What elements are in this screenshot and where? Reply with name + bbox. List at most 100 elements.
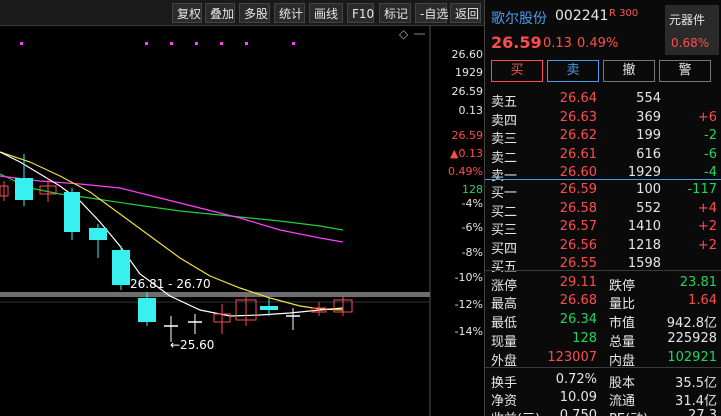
restore-rights-button[interactable]: 复权: [172, 3, 202, 23]
stat-label: 量比: [609, 297, 636, 312]
stat-row: 外盘 123007 内盘 102921: [485, 349, 721, 369]
chart-toolbar: 复权 叠加 多股 统计 画线 F10 标记 -自选 返回: [0, 0, 484, 26]
bid-row[interactable]: 买四 26.56 1218 +2: [485, 237, 721, 257]
level-price: 26.59: [559, 182, 597, 197]
price-band-line: [0, 292, 430, 297]
level-volume: 1598: [627, 256, 661, 271]
alert-button[interactable]: 警: [659, 60, 711, 82]
current-price: 26.59: [491, 33, 542, 52]
axis-label: 0.13: [459, 104, 484, 117]
level-label: 卖二: [491, 150, 518, 166]
candle-body: [138, 298, 156, 322]
axis-label: 0.49%: [448, 165, 483, 178]
stat-row: 换手 0.72% 股本 35.5亿: [485, 371, 721, 391]
marker-dot: [170, 42, 173, 45]
level-volume: 616: [636, 146, 661, 162]
marker-dot: [220, 42, 223, 45]
index-badge: R 300: [609, 8, 639, 19]
ask-row[interactable]: 卖五 26.64 554: [485, 90, 721, 110]
stat-row: 净资 10.09 流通 31.4亿: [485, 389, 721, 409]
axis-label: -10%: [455, 271, 483, 284]
low-price-annotation: ←25.60: [170, 338, 214, 352]
level-change: -4: [704, 165, 717, 180]
candle-body: [64, 192, 80, 232]
ask-row[interactable]: 卖二 26.61 616 -6: [485, 146, 721, 166]
level-volume: 1410: [627, 219, 661, 234]
level-change: +4: [697, 200, 717, 216]
stat-value: 27.3: [688, 408, 717, 416]
stat-label: 最低: [491, 316, 518, 331]
level-change: -6: [704, 146, 717, 162]
stat-value: 1.64: [688, 293, 717, 308]
marker-dot: [245, 42, 248, 45]
buy-button[interactable]: 买: [491, 60, 543, 82]
candle-body: [112, 250, 130, 285]
candlestick-chart: ◇ 26.60 1929 26.59 0.13 26.59 ▲0.13 0.49% 128-4%…: [0, 26, 484, 416]
stat-value: 225928: [667, 331, 717, 346]
level-change: +2: [697, 219, 717, 234]
level-price: 26.62: [559, 128, 597, 143]
ask-row[interactable]: 卖四 26.63 369 +6: [485, 109, 721, 129]
price-change-pct: 0.49%: [577, 36, 619, 51]
draw-line-button[interactable]: 画线: [309, 3, 343, 23]
stat-value: 128: [572, 331, 597, 346]
marker-dot: [292, 42, 295, 45]
multi-stock-button[interactable]: 多股: [239, 3, 270, 23]
ask-row[interactable]: 卖三 26.62 199 -2: [485, 127, 721, 147]
axis-label: 26.59: [452, 129, 484, 142]
stat-value: 29.11: [559, 275, 597, 290]
level-volume: 552: [636, 200, 661, 216]
statistics-button[interactable]: 统计: [274, 3, 305, 23]
level-label: 买一: [491, 186, 518, 201]
level-label: 买五: [491, 260, 518, 275]
stat-value: 102921: [667, 350, 717, 365]
stat-label: 总量: [609, 335, 636, 350]
stat-row: 收益(三)0.750PE(动)27.3: [485, 407, 721, 416]
bid-row[interactable]: 买一 26.59 100 -117: [485, 181, 721, 201]
stat-label: 内盘: [609, 354, 636, 369]
stat-value: 23.81: [679, 275, 717, 290]
level-price: 26.60: [559, 165, 597, 180]
level-volume: 554: [636, 91, 661, 106]
axis-label: 1929: [455, 66, 483, 79]
bid-row[interactable]: 买三 26.57 1410 +2: [485, 218, 721, 238]
level-volume: 199: [636, 128, 661, 143]
back-button[interactable]: 返回: [450, 3, 481, 23]
sector-box[interactable]: 元器件 0.68%: [665, 5, 719, 55]
axis-label: -6%: [462, 221, 483, 234]
stat-value: 123007: [547, 350, 597, 365]
level-volume: 369: [636, 109, 661, 125]
remove-favorite-button[interactable]: -自选: [415, 3, 448, 23]
axis-label: -8%: [462, 246, 483, 259]
level-label: 卖五: [491, 95, 518, 110]
f10-button[interactable]: F10: [347, 3, 374, 23]
level-label: 卖四: [491, 113, 518, 129]
stock-code: 002241: [555, 8, 609, 24]
sell-button[interactable]: 卖: [547, 60, 599, 82]
stat-row: 最高 26.68 量比 1.64: [485, 292, 721, 312]
stat-value: 942.8亿: [666, 316, 717, 331]
axis-label: 128: [462, 183, 483, 196]
overlay-button[interactable]: 叠加: [205, 3, 235, 23]
candle-body: [260, 306, 278, 310]
stat-row: 最低 26.34 市值 942.8亿: [485, 311, 721, 331]
stats-divider: [485, 367, 721, 368]
stat-value: 0.750: [559, 408, 597, 416]
level-label: 卖三: [491, 132, 518, 147]
axis-label: -4%: [462, 197, 483, 210]
stat-value: 26.34: [559, 312, 597, 327]
stat-value: 26.68: [559, 293, 597, 308]
mark-button[interactable]: 标记: [379, 3, 411, 23]
marker-dot: [195, 42, 198, 45]
cancel-button[interactable]: 撤: [603, 60, 655, 82]
stats-divider: [485, 270, 721, 271]
stat-label: 市值: [609, 316, 636, 331]
level-volume: 1218: [627, 237, 661, 253]
stock-name[interactable]: 歌尔股份: [491, 8, 547, 28]
level-price: 26.57: [559, 219, 597, 234]
level-label: 买三: [491, 223, 518, 238]
stat-row: 现量 128 总量 225928: [485, 330, 721, 350]
bid-row[interactable]: 买二 26.58 552 +4: [485, 200, 721, 220]
candlestick-chart-area[interactable]: ◇ 26.60 1929 26.59 0.13 26.59 ▲0.13 0.49% 128 -4%…: [0, 26, 484, 416]
stat-value: 10.09: [559, 390, 597, 405]
